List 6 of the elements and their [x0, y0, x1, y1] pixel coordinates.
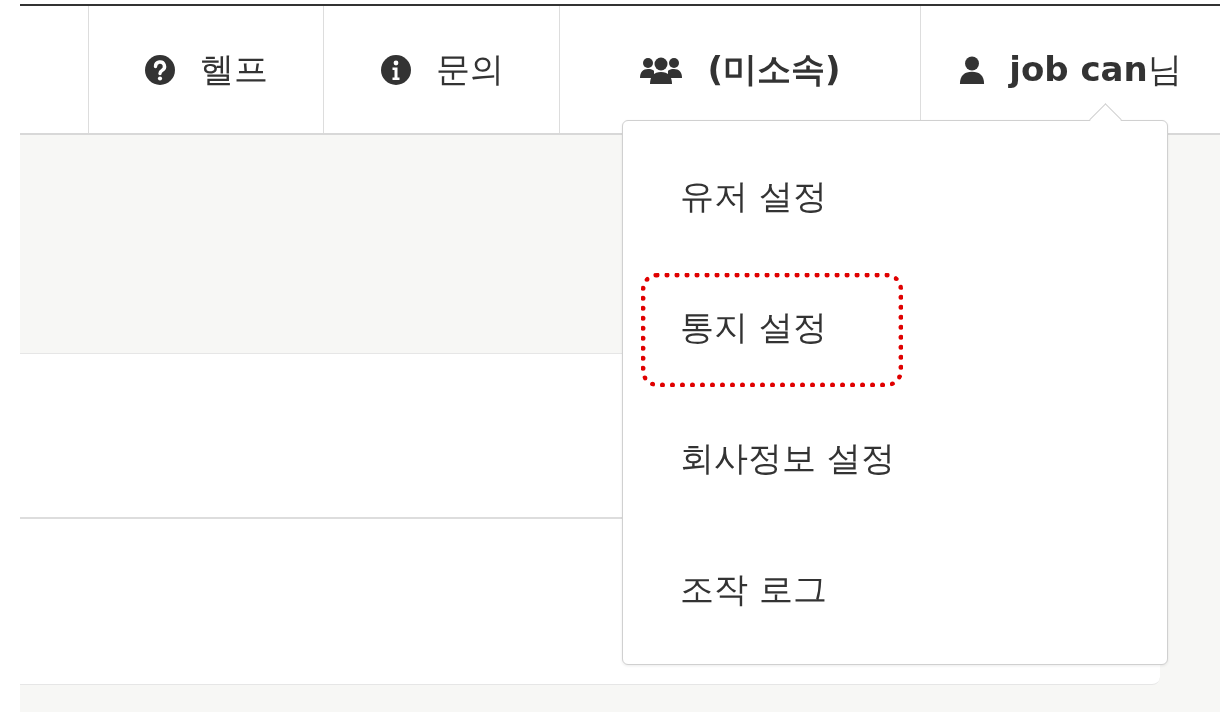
info-icon — [379, 53, 412, 86]
menu-item[interactable]: 유저 설정 — [680, 173, 827, 220]
help-icon — [144, 53, 176, 86]
menu-item[interactable]: 회사정보 설정 — [680, 435, 895, 482]
menu-item[interactable]: 통지 설정 — [680, 304, 827, 351]
menu-item[interactable]: 조작 로그 — [680, 566, 827, 613]
